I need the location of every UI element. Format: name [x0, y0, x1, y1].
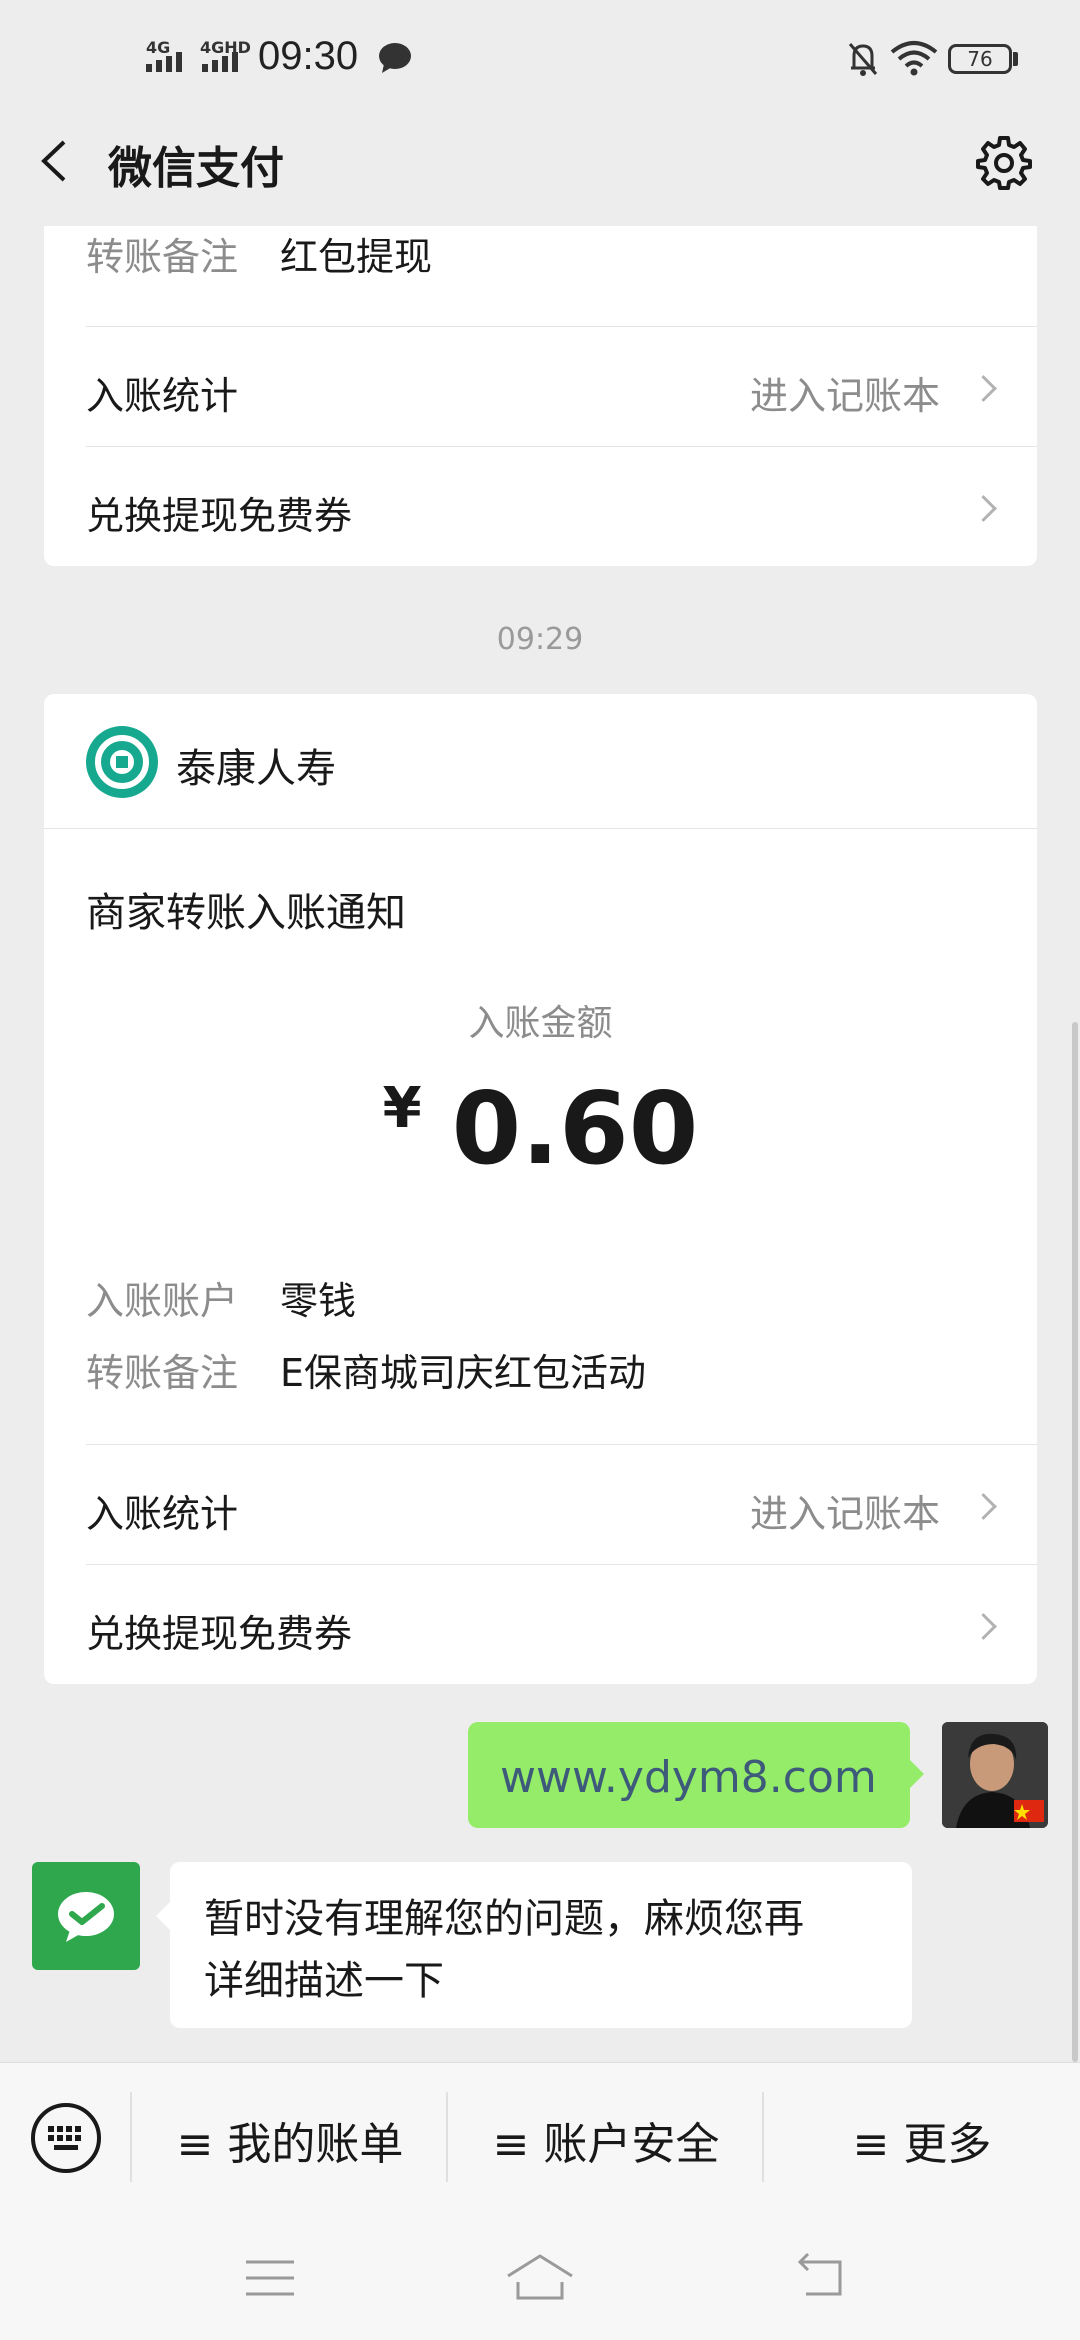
message-icon	[379, 43, 411, 73]
chevron-right-icon	[970, 495, 997, 522]
merchant-name: 泰康人寿	[176, 746, 336, 792]
scrollbar[interactable]	[1072, 1022, 1078, 2062]
stats-row[interactable]: 入账统计 进入记账本	[44, 327, 1037, 445]
reply-message-bubble[interactable]: 暂时没有理解您的问题，麻烦您再 详细描述一下	[156, 1862, 912, 2028]
merchant-logo-icon	[86, 726, 158, 798]
coupon-row[interactable]: 兑换提现免费券	[44, 1565, 1037, 1684]
coupon-label: 兑换提现免费券	[86, 494, 353, 538]
chevron-right-icon	[970, 375, 997, 402]
page-title: 微信支付	[108, 143, 284, 194]
wechat-pay-logo-icon	[58, 1892, 114, 1942]
status-time: 09:30	[258, 34, 359, 78]
chevron-right-icon	[970, 1493, 997, 1520]
coupon-label: 兑换提现免费券	[86, 1612, 353, 1656]
wechat-pay-avatar[interactable]	[32, 1862, 140, 1970]
battery-level: 76	[967, 47, 993, 71]
gear-icon	[976, 136, 1032, 190]
user-avatar[interactable]	[942, 1722, 1048, 1828]
remark-value: 红包提现	[280, 235, 433, 279]
notification-card-previous: 转账备注 红包提现 入账统计 进入记账本 兑换提现免费券	[44, 226, 1037, 566]
signal-icon-2	[202, 52, 238, 72]
home-icon	[507, 2254, 573, 2300]
battery-tip	[1013, 52, 1018, 66]
amount-value: 0.60	[451, 1070, 699, 1187]
reply-line-2: 详细描述一下	[204, 1958, 444, 2004]
chevron-right-icon	[970, 1613, 997, 1640]
back-button[interactable]	[34, 136, 84, 186]
remark-label: 转账备注	[86, 235, 239, 279]
account-label: 入账账户	[86, 1279, 239, 1323]
settings-button[interactable]	[976, 134, 1032, 190]
system-back-button[interactable]	[792, 2250, 852, 2306]
stats-link: 进入记账本	[750, 1492, 941, 1536]
notification-card[interactable]: 泰康人寿 商家转账入账通知 入账金额 ¥0.60 入账账户 零钱 转账备注 E保…	[44, 694, 1037, 1684]
back-arrow-icon	[41, 140, 66, 182]
stats-row[interactable]: 入账统计 进入记账本	[44, 1445, 1037, 1563]
coupon-row[interactable]: 兑换提现免费券	[44, 447, 1037, 566]
avatar-image	[942, 1722, 1048, 1828]
stats-link: 进入记账本	[750, 374, 941, 418]
stats-label: 入账统计	[86, 374, 239, 418]
stats-label: 入账统计	[86, 1492, 239, 1536]
keyboard-icon	[31, 2103, 101, 2173]
hamburger-icon	[246, 2260, 294, 2296]
battery-icon: 76	[948, 44, 1012, 74]
divider	[44, 828, 1037, 829]
wifi-icon	[890, 41, 938, 76]
menu-my-bills[interactable]: ≡ 我的账单	[132, 2108, 448, 2172]
remark-label: 转账备注	[86, 1351, 239, 1395]
system-home-button[interactable]	[504, 2250, 576, 2306]
keyboard-toggle-button[interactable]	[30, 2102, 102, 2174]
menu-more[interactable]: ≡ 更多	[764, 2108, 1080, 2172]
chat-timestamp: 09:29	[496, 622, 584, 657]
menu-account-security[interactable]: ≡ 账户安全	[448, 2108, 764, 2172]
sent-message-bubble[interactable]: www.ydym8.com	[468, 1722, 924, 1828]
system-menu-button[interactable]	[240, 2250, 300, 2306]
currency-symbol: ¥	[382, 1076, 422, 1141]
amount-label: 入账金额	[468, 1003, 613, 1044]
account-value: 零钱	[280, 1279, 357, 1323]
notice-title: 商家转账入账通知	[86, 890, 406, 936]
status-bar: 4G 4GHD 09:30 76	[0, 0, 1080, 118]
amount-display: ¥0.60	[44, 1070, 1037, 1187]
reply-line-1: 暂时没有理解您的问题，麻烦您再	[204, 1896, 804, 1942]
back-icon	[797, 2252, 842, 2296]
reply-message-text: 暂时没有理解您的问题，麻烦您再 详细描述一下	[204, 1888, 804, 2012]
sent-message-text: www.ydym8.com	[500, 1752, 877, 1803]
remark-value: E保商城司庆红包活动	[280, 1351, 647, 1395]
mute-bell-icon	[848, 43, 878, 76]
signal-icon	[146, 52, 182, 72]
